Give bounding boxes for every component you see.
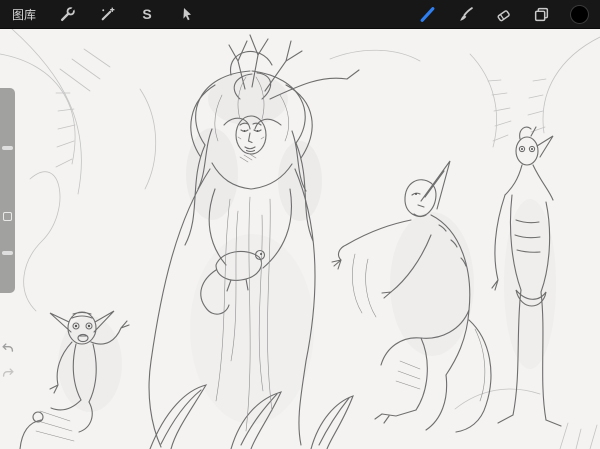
- drawing-canvas[interactable]: [0, 29, 600, 449]
- brush-size-slider[interactable]: [0, 88, 15, 206]
- selection-letter: S: [142, 7, 151, 21]
- sidebar: [0, 88, 15, 293]
- brush-size-handle[interactable]: [2, 146, 13, 150]
- procreate-app: 图库 S: [0, 0, 600, 449]
- actions-wrench-icon[interactable]: [58, 5, 76, 23]
- brush-icon[interactable]: [456, 5, 474, 23]
- opacity-slider[interactable]: [0, 228, 15, 293]
- adjustments-wand-icon[interactable]: [98, 5, 116, 23]
- stroke-preview-icon[interactable]: [418, 5, 436, 23]
- eraser-icon[interactable]: [494, 5, 512, 23]
- canvas-artwork: [0, 29, 600, 449]
- selection-icon[interactable]: S: [138, 5, 156, 23]
- transform-cursor-icon[interactable]: [178, 5, 196, 23]
- redo-icon[interactable]: [1, 366, 15, 383]
- toolbar-right-group: [418, 5, 588, 23]
- top-toolbar: 图库 S: [0, 0, 600, 29]
- gallery-button[interactable]: 图库: [12, 6, 36, 23]
- undo-icon[interactable]: [1, 341, 15, 358]
- layers-icon[interactable]: [532, 5, 550, 23]
- opacity-handle[interactable]: [2, 251, 13, 255]
- modify-button[interactable]: [3, 212, 12, 221]
- current-color-circle: [571, 6, 588, 23]
- color-swatch[interactable]: [570, 5, 588, 23]
- toolbar-left-group: 图库 S: [12, 5, 196, 23]
